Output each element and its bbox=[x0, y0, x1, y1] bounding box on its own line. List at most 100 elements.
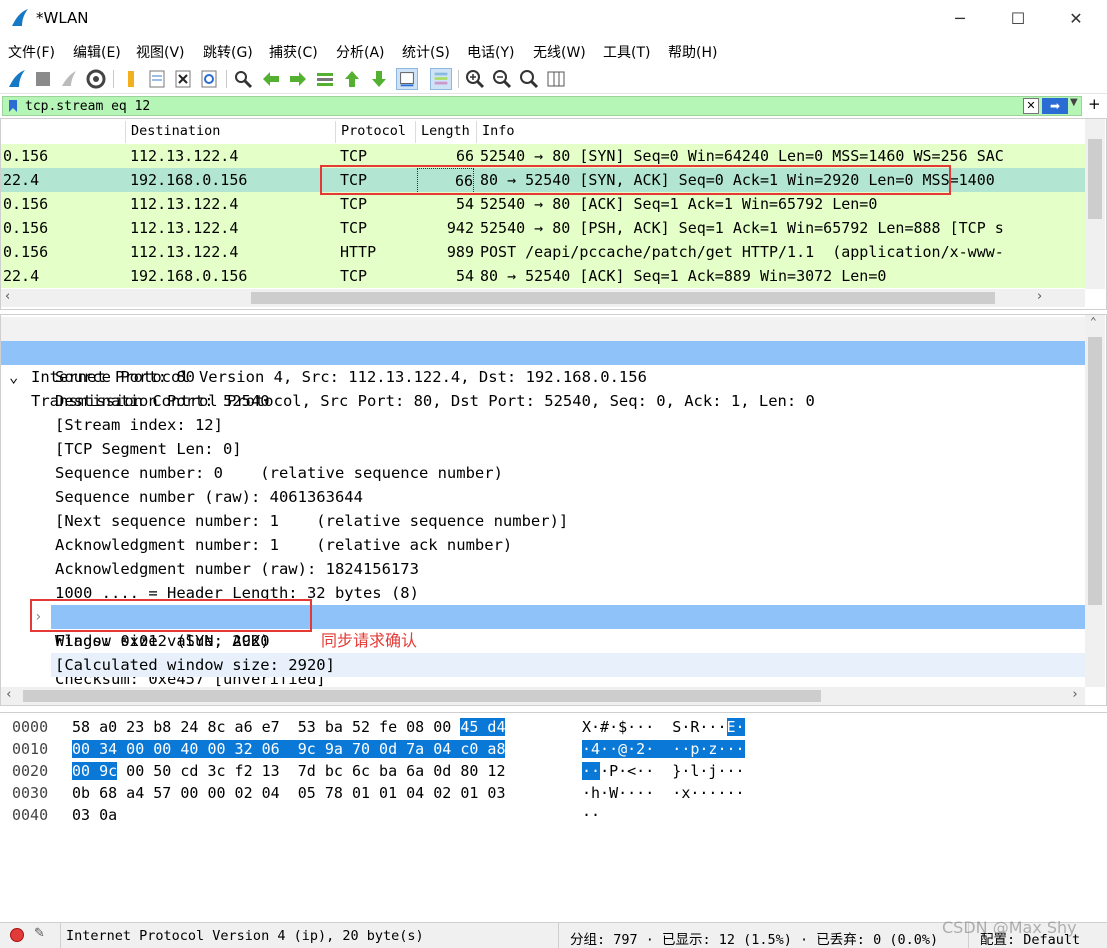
ascii-row[interactable]: ·h·W···· ·x······ bbox=[582, 782, 745, 804]
normal-size-icon[interactable] bbox=[518, 68, 540, 90]
packet-list-hscroll[interactable]: ‹ › bbox=[1, 289, 1085, 307]
menu-telephony[interactable]: 电话(Y) bbox=[467, 42, 514, 62]
column-header-protocol[interactable]: Protocol bbox=[341, 123, 406, 139]
bookmark-icon[interactable] bbox=[7, 99, 19, 113]
tree-field[interactable]: Sequence number: 0 (relative sequence nu… bbox=[1, 461, 1085, 485]
zoom-in-icon[interactable] bbox=[464, 68, 486, 90]
scroll-left-icon[interactable]: ‹ bbox=[5, 687, 13, 702]
hex-bytes-selected: 45 d4 bbox=[460, 718, 506, 736]
tree-field[interactable]: [Next sequence number: 1 (relative seque… bbox=[1, 509, 1085, 533]
scroll-right-icon[interactable]: › bbox=[1071, 687, 1079, 702]
ascii-row[interactable]: ·· bbox=[582, 804, 600, 826]
hex-row[interactable]: 00 34 00 00 40 00 32 06 9c 9a 70 0d 7a 0… bbox=[72, 738, 506, 760]
tree-field[interactable]: Window size value: 2920 bbox=[1, 629, 1085, 653]
go-last-packet-icon[interactable] bbox=[368, 68, 390, 90]
auto-scroll-icon[interactable] bbox=[396, 68, 418, 90]
ascii-row[interactable]: ···P·<·· }·l·j··· bbox=[582, 760, 745, 782]
reload-file-icon[interactable] bbox=[198, 68, 220, 90]
go-back-icon[interactable] bbox=[260, 68, 282, 90]
start-capture-icon[interactable] bbox=[6, 68, 28, 90]
packet-row[interactable]: 0.156 112.13.122.4 TCP 942 52540 → 80 [P… bbox=[1, 216, 1085, 240]
menu-help[interactable]: 帮助(H) bbox=[668, 42, 717, 62]
tree-tcp[interactable]: ⌄ Transmission Control Protocol, Src Por… bbox=[1, 341, 1085, 410]
tree-field[interactable]: Acknowledgment number: 1 (relative ack n… bbox=[1, 533, 1085, 557]
ascii-bytes: ·P·<·· }·l·j··· bbox=[600, 762, 745, 780]
close-button[interactable]: ✕ bbox=[1053, 0, 1099, 38]
wireshark-fin-icon bbox=[12, 9, 28, 26]
capture-options-icon[interactable] bbox=[85, 68, 107, 90]
display-filter-input[interactable]: tcp.stream eq 12 ✕ ➡ ▼ bbox=[2, 96, 1082, 116]
menu-view[interactable]: 视图(V) bbox=[136, 42, 185, 62]
tree-field[interactable]: [Stream index: 12] bbox=[1, 413, 1085, 437]
open-file-icon[interactable] bbox=[120, 68, 142, 90]
hex-row[interactable]: 58 a0 23 b8 24 8c a6 e7 53 ba 52 fe 08 0… bbox=[72, 716, 506, 738]
byte-offset: 0020 bbox=[12, 762, 49, 780]
packet-bytes: 0000 0010 0020 0030 0040 58 a0 23 b8 24 … bbox=[0, 712, 1107, 918]
colorize-icon[interactable] bbox=[430, 68, 452, 90]
close-file-icon[interactable] bbox=[172, 68, 194, 90]
menu-capture[interactable]: 捕获(C) bbox=[269, 42, 318, 62]
minimize-button[interactable]: ─ bbox=[937, 0, 983, 38]
apply-filter-icon[interactable]: ➡ bbox=[1042, 98, 1068, 114]
packet-row[interactable]: 0.156 112.13.122.4 HTTP 989 POST /eapi/p… bbox=[1, 240, 1085, 264]
tree-field[interactable]: Acknowledgment number (raw): 1824156173 bbox=[1, 557, 1085, 581]
column-header-destination[interactable]: Destination bbox=[131, 123, 220, 139]
cell-destination: 192.168.0.156 bbox=[130, 267, 248, 285]
hex-row[interactable]: 0b 68 a4 57 00 00 02 04 05 78 01 01 04 0… bbox=[72, 782, 505, 804]
field-stream-index: [Stream index: 12] bbox=[55, 416, 223, 434]
menu-go[interactable]: 跳转(G) bbox=[203, 42, 253, 62]
column-header-info[interactable]: Info bbox=[482, 123, 515, 139]
tree-field[interactable]: Sequence number (raw): 4061363644 bbox=[1, 485, 1085, 509]
cell-info: POST /eapi/pccache/patch/get HTTP/1.1 (a… bbox=[480, 243, 1004, 261]
cell-source: 22.4 bbox=[3, 267, 40, 285]
restart-capture-icon[interactable] bbox=[58, 68, 80, 90]
clear-filter-icon[interactable]: ✕ bbox=[1023, 98, 1039, 114]
ascii-row[interactable]: ·4··@·2· ··p·z··· bbox=[582, 738, 745, 760]
packet-row[interactable]: 22.4 192.168.0.156 TCP 54 80 → 52540 [AC… bbox=[1, 264, 1085, 288]
menu-analyze[interactable]: 分析(A) bbox=[336, 42, 385, 62]
save-file-icon[interactable] bbox=[146, 68, 168, 90]
packet-row[interactable]: 0.156 112.13.122.4 TCP 54 52540 → 80 [AC… bbox=[1, 192, 1085, 216]
ascii-row[interactable]: X·#·$··· S·R···E· bbox=[582, 716, 745, 738]
expert-info-icon[interactable] bbox=[10, 928, 24, 942]
menu-file[interactable]: 文件(F) bbox=[8, 42, 55, 62]
tree-field[interactable]: Destination Port: 52540 bbox=[1, 389, 1085, 413]
find-packet-icon[interactable] bbox=[232, 68, 254, 90]
maximize-button[interactable]: ☐ bbox=[995, 0, 1041, 38]
filter-dropdown-icon[interactable]: ▼ bbox=[1070, 97, 1078, 108]
column-header-length[interactable]: Length bbox=[421, 123, 470, 139]
field-segment-len: [TCP Segment Len: 0] bbox=[55, 440, 242, 458]
tree-ip[interactable]: › Internet Protocol Version 4, Src: 112.… bbox=[1, 317, 1085, 386]
details-vscroll[interactable]: ⌃ bbox=[1085, 315, 1105, 687]
add-filter-button[interactable]: + bbox=[1088, 95, 1101, 113]
stop-capture-icon[interactable] bbox=[32, 68, 54, 90]
go-forward-icon[interactable] bbox=[287, 68, 309, 90]
status-packet-counts: 分组: 797 · 已显示: 12 (1.5%) · 已丢弃: 0 (0.0%) bbox=[570, 932, 939, 948]
menu-statistics[interactable]: 统计(S) bbox=[402, 42, 450, 62]
edit-comment-icon[interactable]: ✎ bbox=[34, 926, 45, 941]
tree-field[interactable]: Source Port: 80 bbox=[1, 365, 1085, 389]
tree-field[interactable]: [Calculated window size: 2920] bbox=[51, 653, 1085, 677]
scroll-right-icon[interactable]: › bbox=[1037, 289, 1042, 304]
menu-bar: 文件(F) 编辑(E) 视图(V) 跳转(G) 捕获(C) 分析(A) 统计(S… bbox=[0, 38, 1107, 64]
menu-wireless[interactable]: 无线(W) bbox=[533, 42, 586, 62]
go-first-packet-icon[interactable] bbox=[341, 68, 363, 90]
details-hscroll[interactable]: ‹ › bbox=[1, 687, 1085, 705]
resize-columns-icon[interactable] bbox=[545, 68, 567, 90]
zoom-out-icon[interactable] bbox=[491, 68, 513, 90]
menu-edit[interactable]: 编辑(E) bbox=[73, 42, 121, 62]
go-to-packet-icon[interactable] bbox=[314, 68, 336, 90]
scroll-left-icon[interactable]: ‹ bbox=[5, 289, 10, 304]
hex-row[interactable]: 03 0a bbox=[72, 804, 117, 826]
scroll-up-icon[interactable]: ⌃ bbox=[1090, 315, 1097, 328]
ascii-bytes: ·· bbox=[582, 806, 601, 824]
cell-destination: 192.168.0.156 bbox=[130, 171, 248, 189]
packet-list-vscroll[interactable] bbox=[1085, 119, 1105, 289]
tree-field[interactable]: [TCP Segment Len: 0] bbox=[1, 437, 1085, 461]
ascii-bytes: X·#·$··· S·R··· bbox=[582, 718, 727, 736]
status-field-info: Internet Protocol Version 4 (ip), 20 byt… bbox=[66, 928, 424, 944]
menu-tools[interactable]: 工具(T) bbox=[603, 42, 650, 62]
cell-length: 942 bbox=[446, 219, 474, 237]
tree-field[interactable]: Checksum: 0xe457 [unverified] bbox=[1, 677, 1085, 687]
hex-row[interactable]: 00 9c 00 50 cd 3c f2 13 7d bc 6c ba 6a 0… bbox=[72, 760, 505, 782]
